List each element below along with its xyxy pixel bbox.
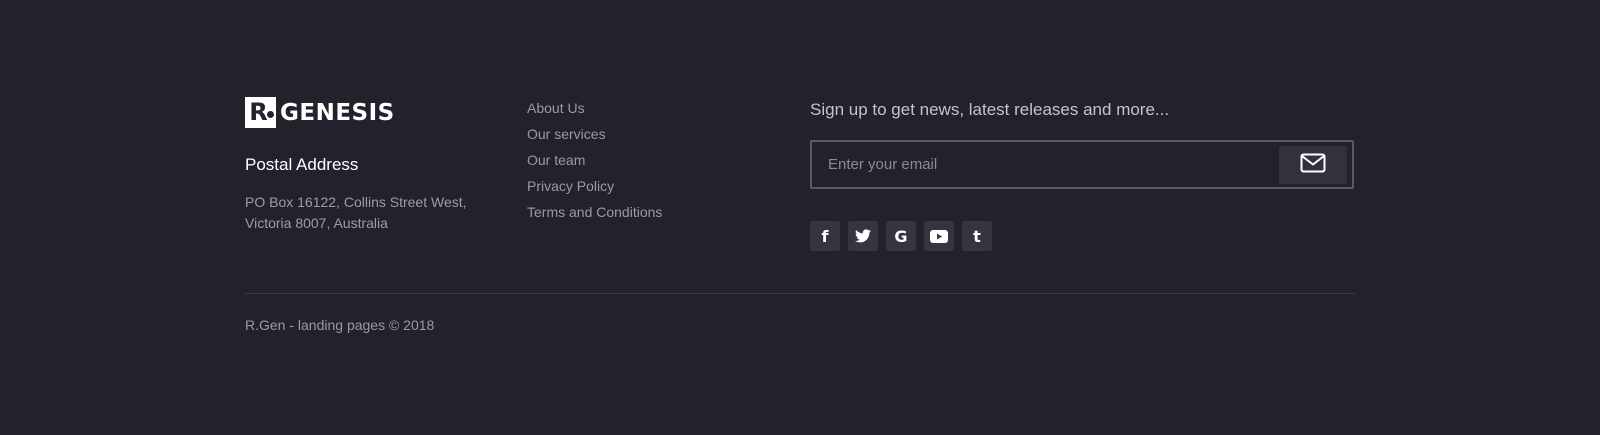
email-input[interactable] bbox=[812, 142, 1279, 187]
footer-link-item: Our team bbox=[527, 151, 662, 177]
logo-mark: R bbox=[245, 97, 276, 128]
copyright-text: R.Gen - landing pages © 2018 bbox=[245, 317, 435, 333]
address-line-2: Victoria 8007, Australia bbox=[245, 215, 388, 231]
newsletter-form bbox=[810, 140, 1354, 189]
footer-link-item: Privacy Policy bbox=[527, 177, 662, 203]
google-icon[interactable]: G bbox=[886, 221, 916, 251]
youtube-icon[interactable] bbox=[924, 221, 954, 251]
logo-mark-dot bbox=[267, 111, 274, 118]
about-us-link[interactable]: About Us bbox=[527, 100, 585, 116]
footer-links: About Us Our services Our team Privacy P… bbox=[527, 99, 662, 229]
footer-link-item: Terms and Conditions bbox=[527, 203, 662, 229]
tumblr-glyph: t bbox=[973, 226, 981, 246]
twitter-bird bbox=[855, 229, 871, 243]
facebook-icon[interactable]: f bbox=[810, 221, 840, 251]
address-line-1: PO Box 16122, Collins Street West, bbox=[245, 194, 467, 210]
footer: R GENESIS Postal Address PO Box 16122, C… bbox=[0, 0, 1600, 435]
google-glyph: G bbox=[894, 226, 908, 246]
our-services-link[interactable]: Our services bbox=[527, 126, 606, 142]
facebook-glyph: f bbox=[821, 226, 829, 246]
tumblr-icon[interactable]: t bbox=[962, 221, 992, 251]
youtube-play bbox=[930, 229, 948, 243]
subscribe-button[interactable] bbox=[1279, 145, 1347, 184]
terms-link[interactable]: Terms and Conditions bbox=[527, 204, 662, 220]
footer-link-item: Our services bbox=[527, 125, 662, 151]
brand-logo[interactable]: R GENESIS bbox=[245, 97, 395, 128]
logo-mark-letter: R bbox=[249, 98, 268, 126]
our-team-link[interactable]: Our team bbox=[527, 152, 585, 168]
twitter-icon[interactable] bbox=[848, 221, 878, 251]
privacy-policy-link[interactable]: Privacy Policy bbox=[527, 178, 614, 194]
footer-divider bbox=[245, 293, 1355, 294]
social-links: f G t bbox=[810, 221, 992, 251]
postal-address-title: Postal Address bbox=[245, 155, 359, 174]
signup-heading: Sign up to get news, latest releases and… bbox=[810, 100, 1170, 119]
envelope-icon bbox=[1300, 153, 1326, 176]
footer-link-item: About Us bbox=[527, 99, 662, 125]
logo-text: GENESIS bbox=[280, 99, 395, 126]
